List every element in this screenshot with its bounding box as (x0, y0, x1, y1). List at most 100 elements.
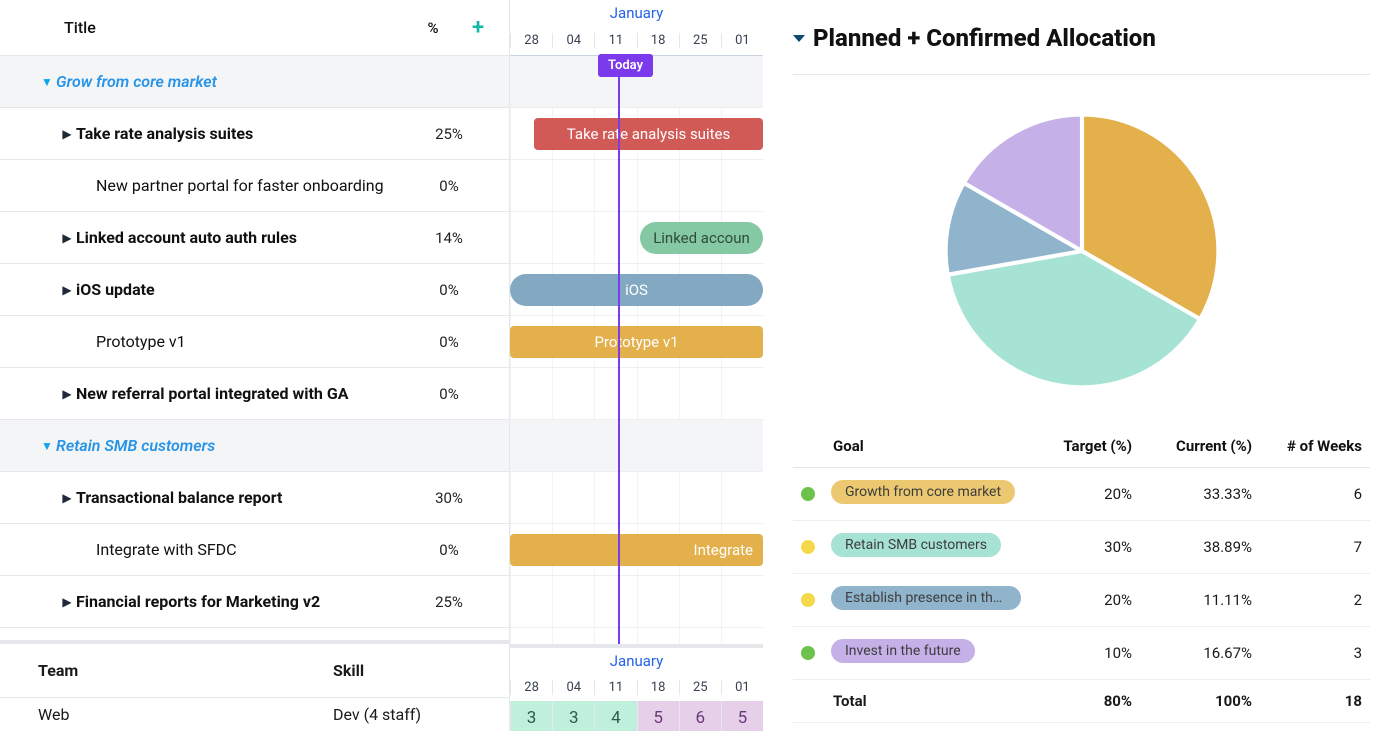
goal-current: 38.89% (1132, 538, 1252, 556)
tree-item-row[interactable]: ▶Linked account auto auth rules14% (0, 212, 509, 264)
chevron-right-icon[interactable]: ▶ (58, 231, 76, 245)
right-title-row[interactable]: Planned + Confirmed Allocation (793, 24, 1370, 75)
gantt-month: January (510, 0, 763, 26)
goal-row[interactable]: Growth from core market20%33.33%6 (793, 468, 1370, 521)
goal-current: 11.11% (1132, 591, 1252, 609)
total-target: 80% (1032, 692, 1132, 710)
team-row[interactable]: Web Dev (4 staff) (0, 698, 509, 731)
header-title: Title (64, 18, 403, 37)
gantt-row (510, 160, 763, 212)
row-label: New referral portal integrated with GA (76, 384, 405, 403)
row-label: Retain SMB customers (56, 436, 493, 455)
goal-chip: Retain SMB customers (831, 533, 1001, 557)
chevron-right-icon[interactable]: ▶ (58, 491, 76, 505)
goal-row[interactable]: Retain SMB customers30%38.89%7 (793, 521, 1370, 574)
tree-item-row[interactable]: ▶Transactional balance report30% (0, 472, 509, 524)
left-panel: Title % + ▼Grow from core market▶Take ra… (0, 0, 510, 731)
row-label: New partner portal for faster onboarding (96, 176, 405, 195)
right-panel: Planned + Confirmed Allocation Goal Targ… (763, 0, 1400, 731)
total-current: 100% (1132, 692, 1252, 710)
goal-chip: Growth from core market (831, 480, 1015, 504)
gantt-bar[interactable]: Linked accoun (640, 222, 763, 254)
tree-item-row[interactable]: ▶Financial reports for Marketing v225% (0, 576, 509, 628)
row-label: Integrate with SFDC (96, 540, 405, 559)
gantt-day: 18 (637, 33, 679, 48)
goal-target: 20% (1032, 485, 1132, 503)
chevron-right-icon[interactable]: ▶ (58, 127, 76, 141)
gantt-day: 18 (637, 680, 679, 695)
status-dot (801, 487, 815, 501)
gantt-day: 25 (679, 680, 721, 695)
left-header: Title % + (0, 0, 509, 56)
row-percent: 30% (405, 489, 493, 507)
gantt-row (510, 420, 763, 472)
goal-chip: Invest in the future (831, 639, 975, 663)
chevron-right-icon[interactable]: ▶ (58, 387, 76, 401)
gantt-day: 11 (594, 680, 636, 695)
status-dot (801, 646, 815, 660)
row-percent: 0% (405, 281, 493, 299)
gantt-bar[interactable]: Integrate (510, 534, 763, 566)
goal-current: 16.67% (1132, 644, 1252, 662)
gantt-row (510, 368, 763, 420)
tree-list: ▼Grow from core market▶Take rate analysi… (0, 56, 509, 628)
total-weeks: 18 (1252, 692, 1362, 710)
alloc-cell: 3 (552, 701, 594, 731)
gantt-bar[interactable]: Prototype v1 (510, 326, 763, 358)
goal-head-target: Target (%) (1032, 437, 1132, 455)
gantt-footer-days: 280411182501 (510, 673, 763, 701)
chevron-down-icon[interactable]: ▼ (38, 75, 56, 89)
total-label: Total (833, 692, 1032, 710)
header-percent: % (403, 19, 463, 37)
goal-head-weeks: # of Weeks (1252, 437, 1362, 455)
goal-table-head: Goal Target (%) Current (%) # of Weeks (793, 425, 1370, 468)
team-skill: Dev (4 staff) (333, 705, 493, 724)
alloc-cell: 6 (679, 701, 721, 731)
tree-item-row[interactable]: Integrate with SFDC0% (0, 524, 509, 576)
chevron-right-icon[interactable]: ▶ (58, 595, 76, 609)
tree-item-row[interactable]: Prototype v10% (0, 316, 509, 368)
gantt-footer: January 280411182501 334565 (510, 644, 763, 731)
goal-row[interactable]: Invest in the future10%16.67%3 (793, 627, 1370, 680)
tree-group-row[interactable]: ▼Retain SMB customers (0, 420, 509, 472)
tree-group-row[interactable]: ▼Grow from core market (0, 56, 509, 108)
left-bottom-panel: Team Skill Web Dev (4 staff) (0, 640, 509, 731)
right-title: Planned + Confirmed Allocation (813, 24, 1156, 52)
chevron-down-icon[interactable]: ▼ (38, 439, 56, 453)
gantt-row: Take rate analysis suites (510, 108, 763, 160)
gantt-day: 04 (552, 680, 594, 695)
goal-row[interactable]: Establish presence in the…20%11.11%2 (793, 574, 1370, 627)
alloc-cell: 5 (637, 701, 679, 731)
gantt-header: January 280411182501 (510, 0, 763, 56)
row-label: iOS update (76, 280, 405, 299)
goal-chip: Establish presence in the… (831, 586, 1021, 610)
goal-weeks: 3 (1252, 644, 1362, 662)
goal-target: 30% (1032, 538, 1132, 556)
gantt-panel: January 280411182501 Today Take rate ana… (510, 0, 763, 731)
gantt-rows: Take rate analysis suites Linked accoun iO… (510, 56, 763, 628)
alloc-cell: 5 (721, 701, 763, 731)
row-label: Transactional balance report (76, 488, 405, 507)
alloc-cells: 334565 (510, 701, 763, 731)
gantt-day: 28 (510, 33, 552, 48)
tree-item-row[interactable]: New partner portal for faster onboarding… (0, 160, 509, 212)
gantt-row: Integrate (510, 524, 763, 576)
goal-current: 33.33% (1132, 485, 1252, 503)
row-percent: 0% (405, 177, 493, 195)
chevron-right-icon[interactable]: ▶ (58, 283, 76, 297)
gantt-bar[interactable]: Take rate analysis suites (534, 118, 763, 150)
app-root: Title % + ▼Grow from core market▶Take ra… (0, 0, 1400, 731)
team-name: Web (38, 705, 333, 724)
pie-chart (793, 91, 1370, 425)
status-dot (801, 540, 815, 554)
gantt-bar[interactable]: iOS (510, 274, 763, 306)
add-icon[interactable]: + (463, 15, 493, 40)
gantt-row: Prototype v1 (510, 316, 763, 368)
tree-item-row[interactable]: ▶New referral portal integrated with GA0… (0, 368, 509, 420)
gantt-day: 01 (721, 680, 763, 695)
gantt-body[interactable]: Today Take rate analysis suitesLinked ac… (510, 56, 763, 644)
team-header-skill: Skill (333, 661, 493, 680)
tree-item-row[interactable]: ▶Take rate analysis suites25% (0, 108, 509, 160)
alloc-cell: 3 (510, 701, 552, 731)
tree-item-row[interactable]: ▶iOS update0% (0, 264, 509, 316)
